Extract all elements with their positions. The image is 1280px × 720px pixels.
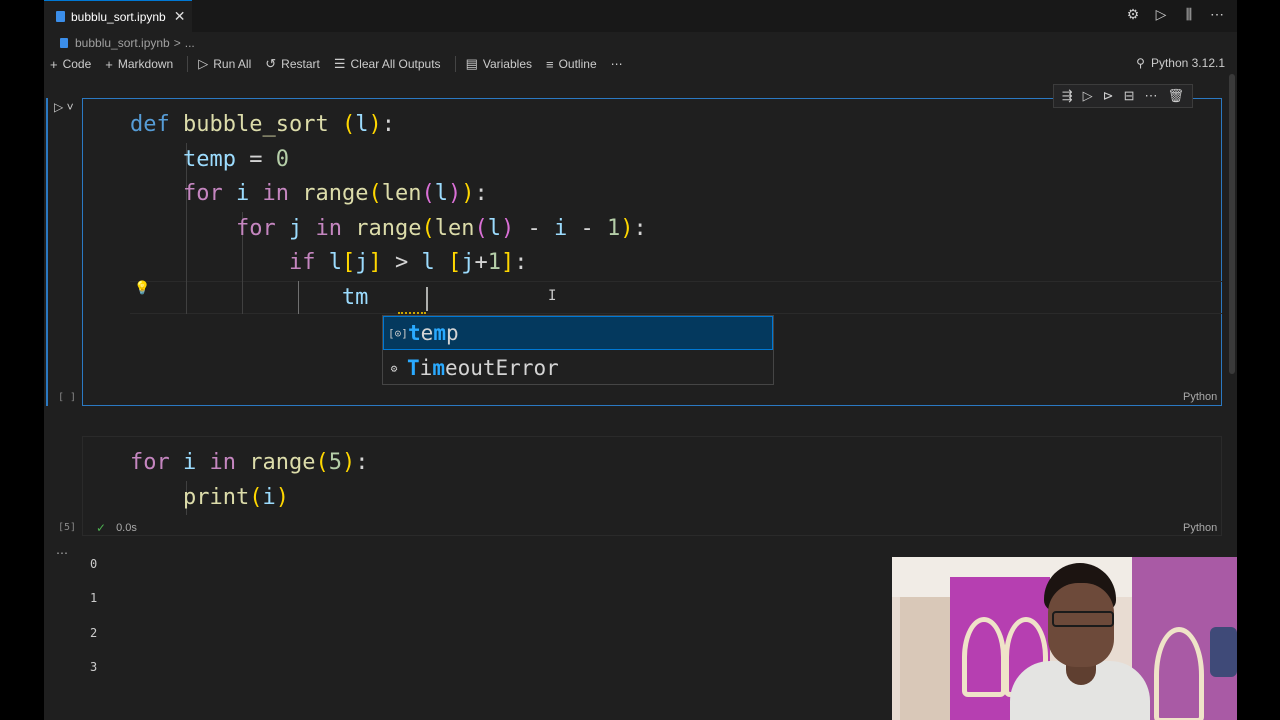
variables-button[interactable]: ▤ Variables — [466, 56, 532, 72]
notebook-toolbar: + Code + Markdown ▷ Run All ↺ Restart ☰ … — [50, 54, 637, 74]
check-icon: ✓ — [96, 521, 107, 535]
code-editor-cell2[interactable]: for i in range(5): print(i) — [130, 446, 368, 515]
execution-count: [ ] — [58, 392, 77, 403]
cell-more-icon[interactable]: ⋯ — [1144, 88, 1157, 104]
editor-actions: ⚙ ▷ ⫼ ⋯ — [1125, 6, 1225, 23]
output-line: 0 — [90, 557, 98, 571]
notebook-icon — [60, 38, 68, 48]
breadcrumb-separator: > — [173, 36, 181, 50]
webcam-arch — [962, 617, 1006, 697]
close-icon[interactable]: ✕ — [174, 8, 186, 25]
run-cell-button[interactable]: ▷ ˅ — [54, 100, 74, 114]
cell-language[interactable]: Python — [1183, 522, 1217, 534]
tab-title: bubblu_sort.ipynb — [71, 9, 166, 24]
kernel-icon: ⚲ — [1136, 56, 1145, 70]
run-by-line-icon[interactable]: ⇶ — [1062, 88, 1073, 104]
restart-label: Restart — [281, 57, 320, 71]
variable-icon: [⊙] — [388, 326, 408, 340]
class-icon: ⚙ — [390, 361, 398, 375]
kernel-picker[interactable]: ⚲ Python 3.12.1 — [1136, 56, 1225, 70]
webcam-arch — [1154, 627, 1204, 720]
typed-text: tm — [341, 284, 369, 310]
plus-icon: + — [105, 56, 113, 72]
add-code-button[interactable]: + Code — [50, 57, 91, 72]
restart-button[interactable]: ↺ Restart — [265, 56, 320, 72]
breadcrumb-file[interactable]: bubblu_sort.ipynb — [75, 36, 170, 50]
add-markdown-button[interactable]: + Markdown — [105, 57, 173, 72]
tab-bar: bubblu_sort.ipynb ✕ ⚙ ▷ ⫼ ⋯ — [44, 0, 1237, 32]
variables-label: Variables — [482, 57, 532, 71]
tab-notebook[interactable]: bubblu_sort.ipynb ✕ — [44, 0, 192, 32]
text-cursor — [426, 287, 428, 311]
add-markdown-label: Markdown — [117, 57, 174, 71]
toolbar-divider — [187, 56, 189, 72]
mouse-ibeam-icon: I — [548, 288, 557, 304]
execution-count: [5] — [58, 522, 77, 533]
toolbar-divider — [454, 56, 456, 72]
notebook-icon — [56, 11, 65, 22]
outline-icon: ≡ — [546, 56, 554, 72]
autocomplete-widget: [⊙] temp ⚙ TimeoutError — [382, 315, 774, 385]
suggestion-timeouterror[interactable]: ⚙ TimeoutError — [383, 351, 773, 385]
more-icon: ⋯ — [610, 57, 623, 71]
output-actions-icon[interactable]: ⋯ — [56, 546, 68, 560]
cell-toolbar: ⇶ ▷ ⊳ ⊟ ⋯ 🗑 — [1052, 84, 1193, 108]
split-editor-icon[interactable]: ⫼ — [1181, 6, 1197, 23]
variables-icon: ▤ — [465, 56, 478, 71]
restart-icon: ↺ — [265, 56, 277, 71]
output-line: 3 — [90, 660, 98, 674]
outline-label: Outline — [558, 57, 597, 71]
cell-language[interactable]: Python — [1183, 391, 1217, 403]
outline-button[interactable]: ≡ Outline — [546, 57, 597, 72]
split-cell-icon[interactable]: ⊟ — [1124, 88, 1135, 104]
toolbar-more-button[interactable]: ⋯ — [611, 57, 623, 71]
run-icon[interactable]: ▷ — [1153, 6, 1169, 23]
left-margin — [0, 0, 44, 720]
run-all-icon: ▷ — [198, 56, 209, 71]
webcam-person-glasses — [1052, 611, 1114, 627]
breadcrumb: bubblu_sort.ipynb > ... — [60, 34, 195, 52]
gear-icon[interactable]: ⚙ — [1125, 6, 1141, 23]
output-line: 2 — [90, 626, 98, 640]
clear-outputs-button[interactable]: ☰ Clear All Outputs — [334, 56, 441, 72]
clear-outputs-label: Clear All Outputs — [350, 57, 441, 71]
plus-icon: + — [50, 56, 58, 72]
right-margin — [1237, 0, 1280, 720]
kernel-label: Python 3.12.1 — [1150, 56, 1225, 70]
clear-all-icon: ☰ — [333, 56, 346, 71]
execute-below-icon[interactable]: ⊳ — [1103, 88, 1114, 104]
output-line: 1 — [90, 591, 98, 605]
error-squiggle — [398, 310, 426, 314]
run-all-button[interactable]: ▷ Run All — [198, 56, 251, 72]
cell-focus-indicator — [46, 98, 48, 406]
delete-cell-icon[interactable]: 🗑 — [1167, 88, 1184, 104]
suggestion-temp[interactable]: [⊙] temp — [383, 316, 773, 350]
webcam-overlay — [892, 557, 1237, 720]
code-editor-cell1[interactable]: def bubble_sort (l): temp = 0 for i in r… — [130, 108, 647, 315]
webcam-cloth — [1210, 627, 1237, 677]
add-code-label: Code — [62, 57, 92, 71]
execute-above-icon[interactable]: ▷ — [1083, 88, 1093, 104]
breadcrumb-more[interactable]: ... — [185, 36, 195, 50]
execution-status: ✓ 0.0s — [96, 521, 137, 535]
scrollbar-thumb[interactable] — [1229, 74, 1235, 374]
run-all-label: Run All — [213, 57, 252, 71]
execution-duration: 0.0s — [116, 522, 137, 534]
more-actions-icon[interactable]: ⋯ — [1209, 6, 1225, 23]
